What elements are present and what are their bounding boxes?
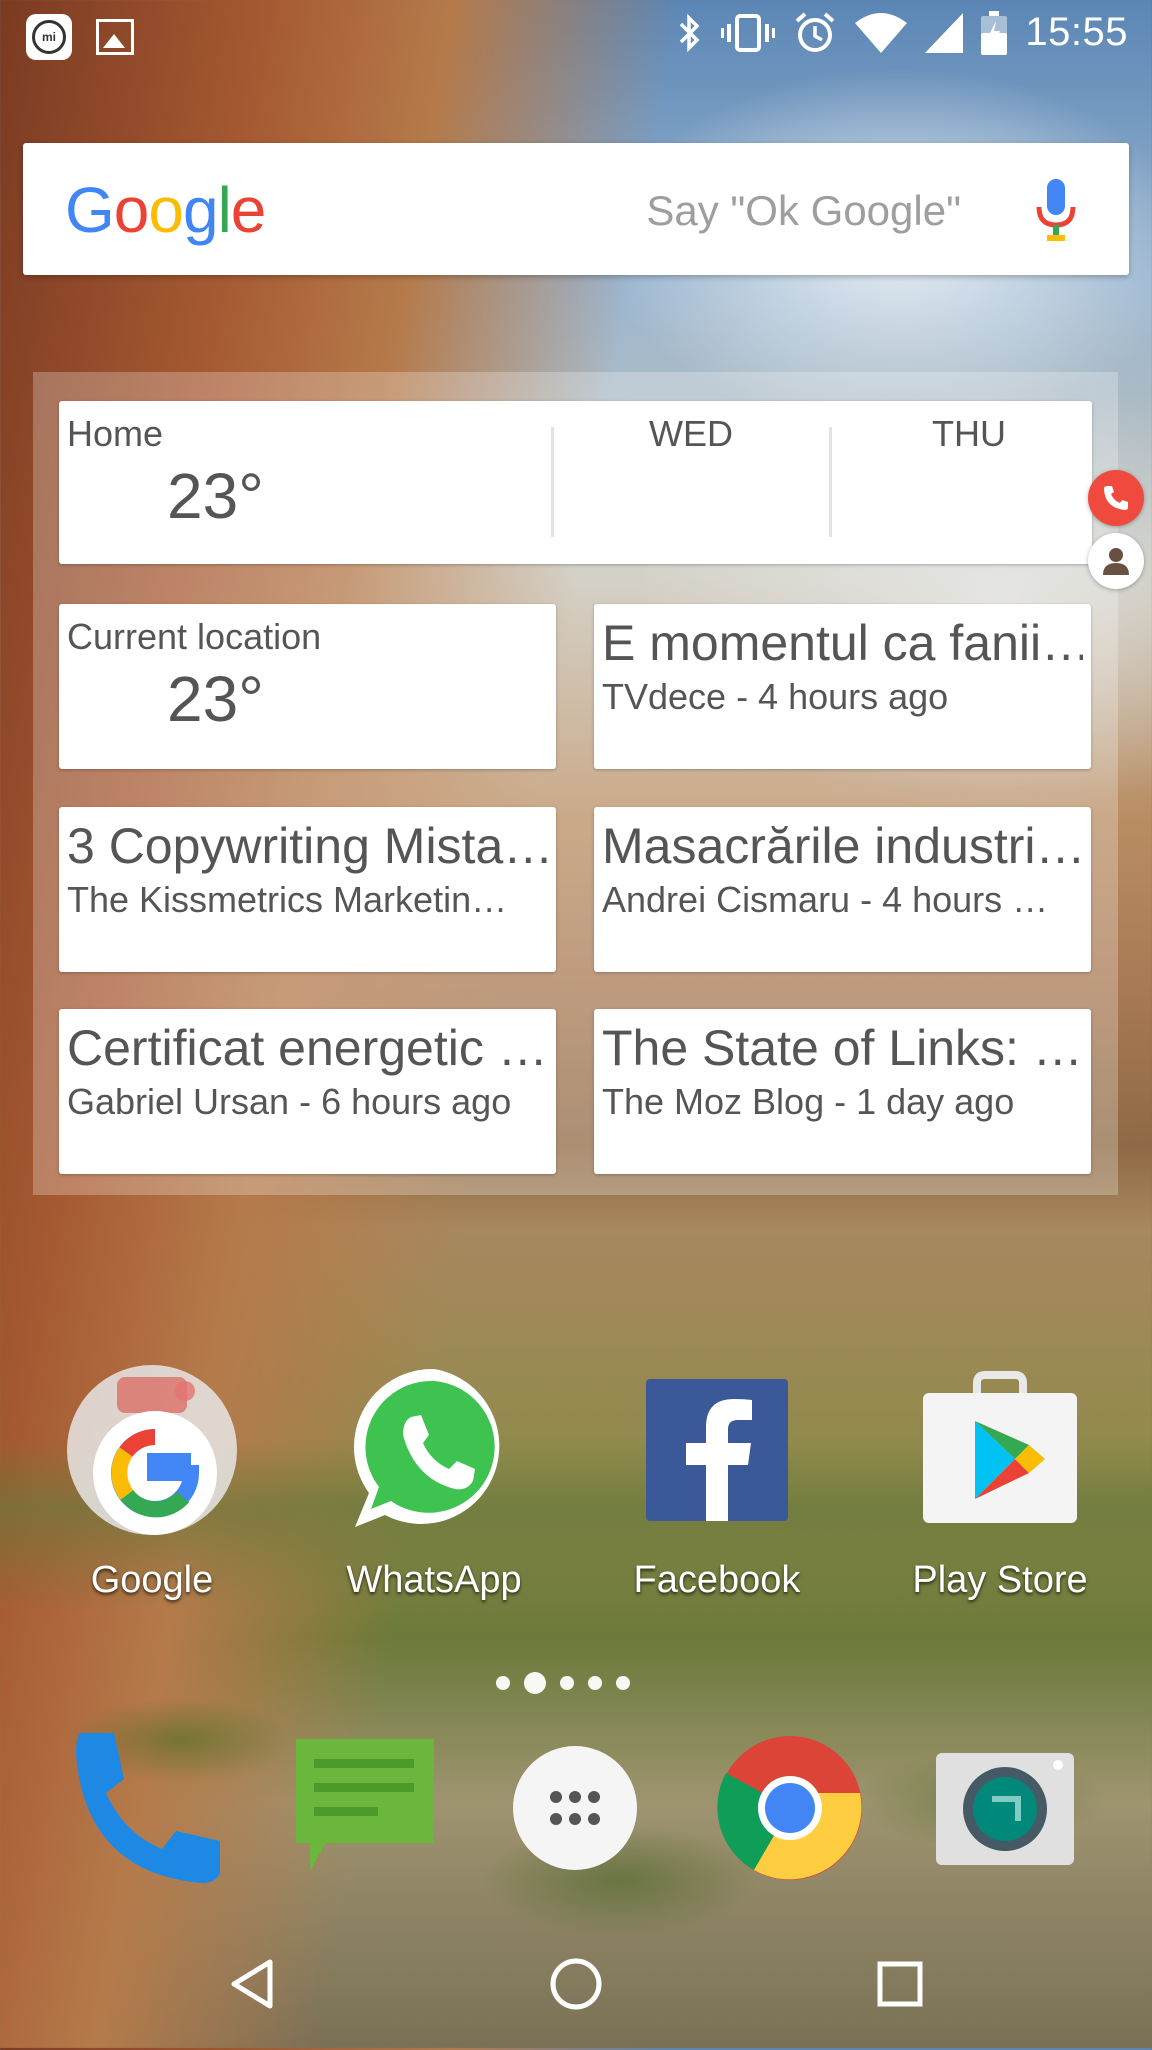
floating-contact-button[interactable]	[1088, 533, 1144, 589]
page-dot[interactable]	[496, 1676, 510, 1690]
wifi-icon	[855, 12, 908, 53]
feed-subtitle: The Moz Blog - 1 day ago	[602, 1081, 1015, 1122]
current-location-label: Current location	[67, 616, 322, 657]
feed-subtitle: Andrei Cismaru - 4 hours …	[602, 879, 1049, 920]
phone-handset-icon	[1104, 486, 1128, 510]
weather-home-temp: 23°	[167, 460, 264, 532]
page-dot[interactable]	[560, 1676, 574, 1690]
gallery-notification-icon	[96, 19, 134, 55]
recents-button[interactable]	[864, 1948, 936, 2020]
feed-subtitle: The Kissmetrics Marketin…	[67, 879, 508, 920]
feed-card[interactable]: E momentul ca fanii… TVdece - 4 hours ag…	[594, 604, 1091, 769]
feed-title: The State of Links: …	[602, 1020, 1083, 1076]
google-search-bar[interactable]: Google Say "Ok Google"	[23, 143, 1129, 275]
logo-letter: e	[230, 174, 267, 246]
logo-letter: g	[182, 174, 219, 246]
app-google[interactable]: Google	[32, 1365, 272, 1602]
logo-letter: G	[65, 174, 115, 246]
forecast-day-thu: THU	[932, 413, 1006, 454]
recents-icon	[877, 1961, 923, 2007]
clock-time: 15:55	[1025, 10, 1128, 54]
logo-letter: l	[217, 174, 232, 246]
bluetooth-icon	[680, 13, 700, 52]
feed-widget: Home 23° WED THU Current location 23° E …	[33, 372, 1118, 1195]
person-icon	[1103, 548, 1129, 575]
current-location-temp: 23°	[167, 663, 264, 735]
phone-icon[interactable]	[70, 1733, 220, 1883]
home-icon	[550, 1958, 602, 2010]
feed-title: E momentul ca fanii…	[602, 615, 1083, 671]
messages-icon[interactable]	[290, 1733, 440, 1883]
play-store-icon	[915, 1365, 1085, 1535]
camera-icon[interactable]	[930, 1733, 1080, 1883]
alarm-icon	[796, 11, 835, 52]
feed-title: 3 Copywriting Mista…	[67, 818, 548, 874]
app-drawer-icon[interactable]	[500, 1733, 650, 1883]
app-facebook[interactable]: Facebook	[597, 1365, 837, 1602]
search-hint: Say "Ok Google"	[646, 187, 961, 234]
app-play-store[interactable]: Play Store	[880, 1365, 1120, 1602]
google-logo: Google	[65, 173, 267, 247]
page-dot-active[interactable]	[524, 1672, 546, 1694]
app-label: WhatsApp	[346, 1559, 522, 1601]
divider	[829, 427, 832, 537]
app-label: Facebook	[633, 1559, 801, 1601]
mi-icon: mi	[26, 14, 72, 60]
cell-signal-icon	[925, 12, 964, 53]
feed-card[interactable]: The State of Links: … The Moz Blog - 1 d…	[594, 1009, 1091, 1174]
weather-home-label: Home	[67, 413, 164, 454]
chrome-icon[interactable]	[715, 1733, 865, 1883]
feed-subtitle: Gabriel Ursan - 6 hours ago	[67, 1081, 512, 1122]
logo-letter: o	[148, 174, 184, 246]
google-folder-icon	[67, 1365, 237, 1535]
home-button[interactable]	[540, 1948, 612, 2020]
page-indicator	[496, 1672, 630, 1694]
divider	[551, 427, 554, 537]
back-button[interactable]	[218, 1948, 290, 2020]
vibrate-icon	[721, 13, 776, 52]
battery-charging-icon	[981, 10, 1008, 55]
feed-card[interactable]: Certificat energetic … Gabriel Ursan - 6…	[59, 1009, 556, 1174]
feed-card[interactable]: 3 Copywriting Mista… The Kissmetrics Mar…	[59, 807, 556, 972]
page-dot[interactable]	[588, 1676, 602, 1690]
app-label: Google	[90, 1559, 214, 1601]
forecast-day-wed: WED	[649, 413, 733, 454]
microphone-icon[interactable]	[1033, 179, 1079, 241]
floating-call-button[interactable]	[1088, 470, 1144, 526]
app-label: Play Store	[912, 1559, 1088, 1601]
app-whatsapp[interactable]: WhatsApp	[314, 1365, 554, 1602]
current-location-card[interactable]: Current location 23°	[59, 604, 556, 769]
page-dot[interactable]	[616, 1676, 630, 1690]
feed-subtitle: TVdece - 4 hours ago	[602, 676, 949, 717]
feed-title: Masacrările industri…	[602, 818, 1083, 874]
feed-card[interactable]: Masacrările industri… Andrei Cismaru - 4…	[594, 807, 1091, 972]
status-bar: mi 15:55	[0, 0, 1152, 72]
logo-letter: o	[113, 174, 150, 246]
facebook-icon	[632, 1365, 802, 1535]
whatsapp-icon	[349, 1365, 519, 1535]
feed-title: Certificat energetic …	[67, 1020, 548, 1076]
back-icon	[231, 1959, 273, 2009]
navigation-bar	[0, 1920, 1152, 2048]
weather-forecast-card[interactable]: Home 23° WED THU	[59, 401, 1092, 564]
